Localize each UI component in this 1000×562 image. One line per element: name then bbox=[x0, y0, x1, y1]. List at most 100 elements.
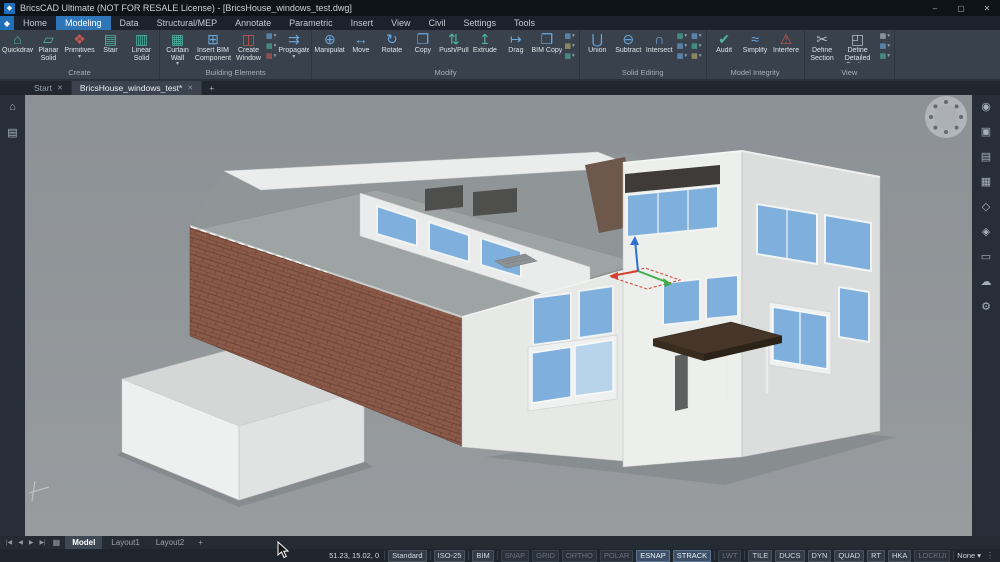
status-dim-style[interactable]: ISO-25 bbox=[433, 549, 466, 562]
sheets-icon[interactable]: ▦ bbox=[981, 176, 991, 188]
status-overflow-button[interactable]: ⋮ bbox=[984, 551, 996, 560]
panels-icon[interactable]: ▤ bbox=[7, 127, 17, 139]
extrude-button[interactable]: ↥ Extrude bbox=[469, 31, 500, 55]
window[interactable] bbox=[626, 184, 719, 239]
bim-copy-button[interactable]: ❒ BIM Copy bbox=[531, 31, 563, 55]
home-icon[interactable]: ⌂ bbox=[9, 101, 16, 113]
next-layout-button[interactable]: ▶ bbox=[27, 539, 36, 546]
mini-tool-button[interactable]: ▦ ▾ bbox=[691, 32, 701, 41]
toggle-rt[interactable]: RT bbox=[867, 549, 885, 562]
tab-model-space[interactable]: Model bbox=[65, 536, 103, 549]
push-pull-button[interactable]: ⇅ Push/Pull bbox=[438, 31, 469, 55]
tab-structural-mep[interactable]: Structural/MEP bbox=[148, 16, 227, 30]
tab-insert[interactable]: Insert bbox=[342, 16, 383, 30]
mini-tool-button[interactable]: ▦ ▾ bbox=[691, 42, 701, 51]
mini-tool-button[interactable]: ▦ ▾ bbox=[266, 42, 276, 51]
mini-tool-button[interactable]: ▦ ▾ bbox=[880, 42, 890, 51]
prev-layout-button[interactable]: ◀ bbox=[16, 539, 25, 546]
simplify-button[interactable]: ≈ Simplify bbox=[740, 31, 771, 55]
mini-tool-button[interactable]: ▦ ▾ bbox=[266, 32, 276, 41]
toggle-snap[interactable]: SNAP bbox=[500, 549, 530, 562]
minimize-button[interactable]: – bbox=[922, 0, 948, 16]
tab-layout1[interactable]: Layout1 bbox=[104, 536, 146, 549]
properties-icon[interactable]: ▣ bbox=[981, 126, 991, 138]
toggle-ducs[interactable]: DUCS bbox=[775, 549, 805, 562]
mini-tool-button[interactable]: ▦ ▾ bbox=[677, 52, 687, 61]
new-document-button[interactable]: + bbox=[202, 81, 221, 95]
primitives-button[interactable]: ❖ Primitives ▾ bbox=[64, 31, 95, 60]
linear-solid-button[interactable]: ▥ Linear Solid bbox=[126, 31, 157, 62]
audit-button[interactable]: ✔ Audit bbox=[709, 31, 740, 55]
define-detailed-section-button[interactable]: ◰Define Detailed Section bbox=[838, 31, 878, 63]
drag-button[interactable]: ↦ Drag bbox=[500, 31, 531, 55]
layout-list-icon[interactable]: ▦ bbox=[50, 538, 64, 547]
mini-tool-button[interactable]: ▦ ▾ bbox=[880, 52, 890, 61]
subtract-button[interactable]: ⊖ Subtract bbox=[613, 31, 644, 55]
propagate-button[interactable]: ⇉ Propagate ▾ bbox=[278, 31, 309, 60]
gear-icon[interactable]: ⚙ bbox=[981, 301, 991, 313]
mini-tool-button[interactable]: ▦ ▾ bbox=[564, 42, 574, 51]
first-layout-button[interactable]: |◀ bbox=[4, 539, 14, 546]
last-layout-button[interactable]: ▶| bbox=[37, 539, 47, 546]
toggle-dyn[interactable]: DYN bbox=[807, 549, 832, 562]
union-button[interactable]: ⋃ Union bbox=[582, 31, 613, 55]
copy-button[interactable]: ❐ Copy bbox=[407, 31, 438, 55]
tab-annotate[interactable]: Annotate bbox=[226, 16, 280, 30]
add-layout-button[interactable]: + bbox=[193, 538, 208, 547]
render-icon[interactable]: ▭ bbox=[981, 251, 991, 263]
window[interactable] bbox=[662, 277, 701, 327]
tab-modeling[interactable]: Modeling bbox=[56, 16, 111, 30]
rotate-button[interactable]: ↻ Rotate bbox=[376, 31, 407, 55]
mini-tool-button[interactable]: ▦ ▾ bbox=[564, 32, 574, 41]
layers-icon[interactable]: ▤ bbox=[981, 151, 991, 163]
toggle-lwt[interactable]: LWT bbox=[718, 549, 742, 562]
mini-tool-button[interactable]: ▦ ▾ bbox=[677, 32, 687, 41]
tab-tools[interactable]: Tools bbox=[505, 16, 544, 30]
tab-civil[interactable]: Civil bbox=[420, 16, 455, 30]
close-icon[interactable]: ✕ bbox=[187, 84, 193, 92]
stair-button[interactable]: ▤ Stair bbox=[95, 31, 126, 55]
view-compass[interactable] bbox=[925, 96, 967, 138]
toggle-strack[interactable]: STRACK bbox=[672, 549, 712, 562]
mini-tool-button[interactable]: ▦ ▾ bbox=[880, 32, 890, 41]
close-button[interactable]: ✕ bbox=[974, 0, 1000, 16]
maximize-button[interactable]: ▢ bbox=[948, 0, 974, 16]
toggle-polar[interactable]: POLAR bbox=[599, 549, 634, 562]
manipulate-button[interactable]: ⊕ Manipulate bbox=[314, 31, 345, 55]
window[interactable] bbox=[838, 285, 870, 344]
tips-icon[interactable]: ◉ bbox=[981, 101, 991, 113]
bay-window[interactable] bbox=[527, 334, 618, 412]
status-standard[interactable]: Standard bbox=[388, 549, 427, 562]
toggle-lockui[interactable]: LOCKUI bbox=[914, 549, 951, 562]
toggle-tile[interactable]: TILE bbox=[748, 549, 773, 562]
mini-tool-button[interactable]: ▦ ▾ bbox=[677, 42, 687, 51]
window[interactable] bbox=[578, 284, 614, 340]
window[interactable] bbox=[705, 273, 739, 321]
toggle-hka[interactable]: HKA bbox=[887, 549, 912, 562]
toggle-esnap[interactable]: ESNAP bbox=[636, 549, 670, 562]
mini-tool-button[interactable]: ▦ ▾ bbox=[266, 52, 276, 61]
doc-tab-start[interactable]: Start ✕ bbox=[26, 81, 72, 95]
mini-tool-button[interactable]: ▦ ▾ bbox=[691, 52, 701, 61]
window[interactable] bbox=[532, 291, 572, 347]
quickdraw-button[interactable]: ⌂ Quickdraw bbox=[2, 31, 33, 55]
cloud-icon[interactable]: ☁ bbox=[981, 276, 992, 288]
components-icon[interactable]: ◇ bbox=[982, 201, 990, 213]
intersect-button[interactable]: ∩ Intersect bbox=[644, 31, 675, 55]
toggle-quad[interactable]: QUAD bbox=[834, 549, 865, 562]
tab-home[interactable]: Home bbox=[14, 16, 56, 30]
define-section-button[interactable]: ✂ Define Section bbox=[807, 31, 838, 62]
tab-data[interactable]: Data bbox=[111, 16, 148, 30]
planar-solid-button[interactable]: ▱ Planar Solid bbox=[33, 31, 64, 62]
interfere-button[interactable]: ⚠ Interfere bbox=[771, 31, 802, 55]
mini-tool-button[interactable]: ▦ ▾ bbox=[564, 52, 574, 61]
tab-settings[interactable]: Settings bbox=[455, 16, 506, 30]
brics-logo-icon[interactable]: ◆ bbox=[0, 16, 14, 30]
toggle-grid[interactable]: GRID bbox=[532, 549, 559, 562]
model-viewport[interactable] bbox=[25, 95, 972, 536]
insert-bim-component-button[interactable]: ⊞ Insert BIM Component bbox=[193, 31, 233, 62]
curtain-wall-button[interactable]: ▦ Curtain Wall ▾ bbox=[162, 31, 193, 67]
toggle-ortho[interactable]: ORTHO bbox=[561, 549, 597, 562]
materials-icon[interactable]: ◈ bbox=[982, 226, 990, 238]
status-bim[interactable]: BIM bbox=[472, 549, 494, 562]
